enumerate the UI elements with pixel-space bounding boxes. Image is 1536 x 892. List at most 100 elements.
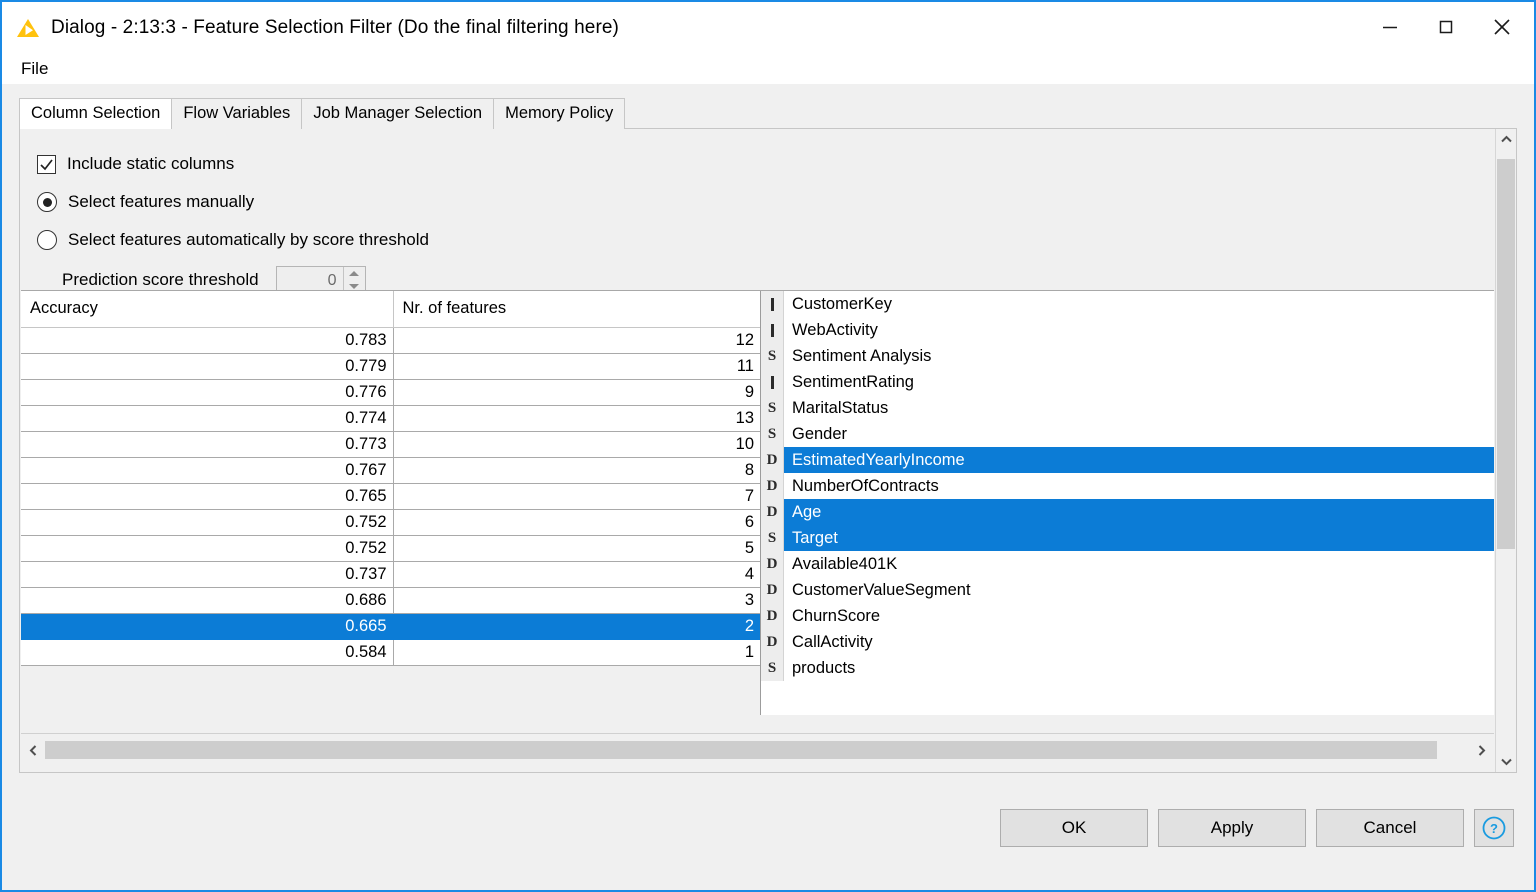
vertical-scrollbar-thumb[interactable]	[1497, 159, 1515, 549]
feature-name: EstimatedYearlyIncome	[784, 451, 965, 470]
list-item[interactable]: WebActivity	[761, 317, 1494, 343]
apply-button[interactable]: Apply	[1158, 809, 1306, 847]
cell-nr-of-features: 7	[393, 483, 760, 509]
minimize-button[interactable]	[1362, 2, 1418, 52]
cell-nr-of-features: 9	[393, 379, 760, 405]
table-row[interactable]: 0.6652	[21, 613, 760, 639]
list-item[interactable]: CustomerKey	[761, 291, 1494, 317]
window-title: Dialog - 2:13:3 - Feature Selection Filt…	[51, 17, 619, 39]
list-item[interactable]: DAvailable401K	[761, 551, 1494, 577]
list-item[interactable]: DCustomerValueSegment	[761, 577, 1494, 603]
double-type-icon: D	[761, 551, 784, 577]
table-row[interactable]: 0.7657	[21, 483, 760, 509]
double-type-icon: D	[761, 629, 784, 655]
list-item[interactable]: SentimentRating	[761, 369, 1494, 395]
include-static-columns-label: Include static columns	[67, 154, 234, 174]
column-header-accuracy[interactable]: Accuracy	[21, 291, 393, 327]
table-row[interactable]: 0.77413	[21, 405, 760, 431]
column-header-nr-of-features[interactable]: Nr. of features	[393, 291, 760, 327]
cell-nr-of-features: 11	[393, 353, 760, 379]
chevron-right-icon[interactable]	[1471, 740, 1492, 761]
vertical-scrollbar[interactable]	[1495, 129, 1516, 772]
list-item[interactable]: SSentiment Analysis	[761, 343, 1494, 369]
list-item[interactable]: SGender	[761, 421, 1494, 447]
cell-accuracy: 0.765	[21, 483, 393, 509]
tab-flow-variables[interactable]: Flow Variables	[171, 98, 302, 129]
chevron-down-icon[interactable]	[1496, 751, 1516, 772]
prediction-score-threshold-label: Prediction score threshold	[62, 270, 259, 290]
list-item[interactable]: SMaritalStatus	[761, 395, 1494, 421]
table-row[interactable]: 0.77911	[21, 353, 760, 379]
select-manually-row[interactable]: Select features manually	[37, 187, 1495, 217]
double-type-icon: D	[761, 447, 784, 473]
table-header-row: Accuracy Nr. of features	[21, 291, 760, 327]
tab-job-manager-selection[interactable]: Job Manager Selection	[301, 98, 494, 129]
list-item[interactable]: Sproducts	[761, 655, 1494, 681]
feature-list: CustomerKey WebActivity SSentiment Analysi…	[761, 291, 1494, 715]
feature-name: Age	[784, 503, 821, 522]
menu-item-file[interactable]: File	[17, 57, 52, 81]
cell-accuracy: 0.686	[21, 587, 393, 613]
table-row[interactable]: 0.7525	[21, 535, 760, 561]
dialog-button-bar: OK Apply Cancel ?	[2, 773, 1534, 890]
horizontal-scrollbar[interactable]	[23, 740, 1492, 761]
include-static-columns-checkbox[interactable]	[37, 155, 56, 174]
feature-name: CustomerKey	[784, 295, 892, 314]
chevron-left-icon[interactable]	[23, 740, 44, 761]
horizontal-scrollbar-thumb[interactable]	[45, 741, 1437, 759]
tab-bar-area: Column Selection Flow Variables Job Mana…	[2, 84, 1534, 129]
cell-accuracy: 0.774	[21, 405, 393, 431]
list-item[interactable]: DNumberOfContracts	[761, 473, 1494, 499]
table-row[interactable]: 0.5841	[21, 639, 760, 665]
integer-type-icon	[761, 291, 784, 317]
table-row[interactable]: 0.7769	[21, 379, 760, 405]
string-type-icon: S	[761, 421, 784, 447]
chevron-up-icon[interactable]	[1496, 129, 1516, 150]
cell-nr-of-features: 13	[393, 405, 760, 431]
horizontal-scrollbar-area	[21, 733, 1494, 771]
include-static-columns-row[interactable]: Include static columns	[37, 149, 1495, 179]
integer-glyph	[771, 298, 774, 311]
list-item[interactable]: DChurnScore	[761, 603, 1494, 629]
cell-nr-of-features: 4	[393, 561, 760, 587]
maximize-button[interactable]	[1418, 2, 1474, 52]
spinner-increment-icon[interactable]	[344, 267, 365, 281]
integer-glyph	[771, 324, 774, 337]
feature-name: WebActivity	[784, 321, 878, 340]
dialog-window: Dialog - 2:13:3 - Feature Selection Filt…	[0, 0, 1536, 892]
accuracy-table-container: Accuracy Nr. of features 0.783120.779110…	[21, 291, 761, 715]
table-row[interactable]: 0.77310	[21, 431, 760, 457]
menu-bar: File	[2, 54, 1534, 84]
select-manually-radio[interactable]	[37, 192, 57, 212]
cell-accuracy: 0.783	[21, 327, 393, 353]
double-type-icon: D	[761, 499, 784, 525]
list-item[interactable]: STarget	[761, 525, 1494, 551]
ok-button[interactable]: OK	[1000, 809, 1148, 847]
list-item[interactable]: DEstimatedYearlyIncome	[761, 447, 1494, 473]
tab-memory-policy[interactable]: Memory Policy	[493, 98, 625, 129]
cell-accuracy: 0.737	[21, 561, 393, 587]
cell-nr-of-features: 12	[393, 327, 760, 353]
double-type-icon: D	[761, 603, 784, 629]
table-row[interactable]: 0.78312	[21, 327, 760, 353]
select-automatically-label: Select features automatically by score t…	[68, 230, 429, 250]
table-row[interactable]: 0.7678	[21, 457, 760, 483]
tab-bar: Column Selection Flow Variables Job Mana…	[19, 98, 1534, 129]
cancel-button[interactable]: Cancel	[1316, 809, 1464, 847]
table-empty-area	[21, 666, 760, 716]
close-button[interactable]	[1474, 2, 1530, 52]
help-button[interactable]: ?	[1474, 809, 1514, 847]
tab-column-selection[interactable]: Column Selection	[19, 98, 172, 129]
radio-dot	[43, 198, 52, 207]
select-automatically-row[interactable]: Select features automatically by score t…	[37, 225, 1495, 255]
select-automatically-radio[interactable]	[37, 230, 57, 250]
list-item[interactable]: DAge	[761, 499, 1494, 525]
results-split-area: Accuracy Nr. of features 0.783120.779110…	[21, 290, 1494, 715]
accuracy-table: Accuracy Nr. of features 0.783120.779110…	[21, 291, 760, 666]
table-row[interactable]: 0.6863	[21, 587, 760, 613]
feature-name: CustomerValueSegment	[784, 581, 971, 600]
feature-name: CallActivity	[784, 633, 873, 652]
list-item[interactable]: DCallActivity	[761, 629, 1494, 655]
table-row[interactable]: 0.7374	[21, 561, 760, 587]
table-row[interactable]: 0.7526	[21, 509, 760, 535]
